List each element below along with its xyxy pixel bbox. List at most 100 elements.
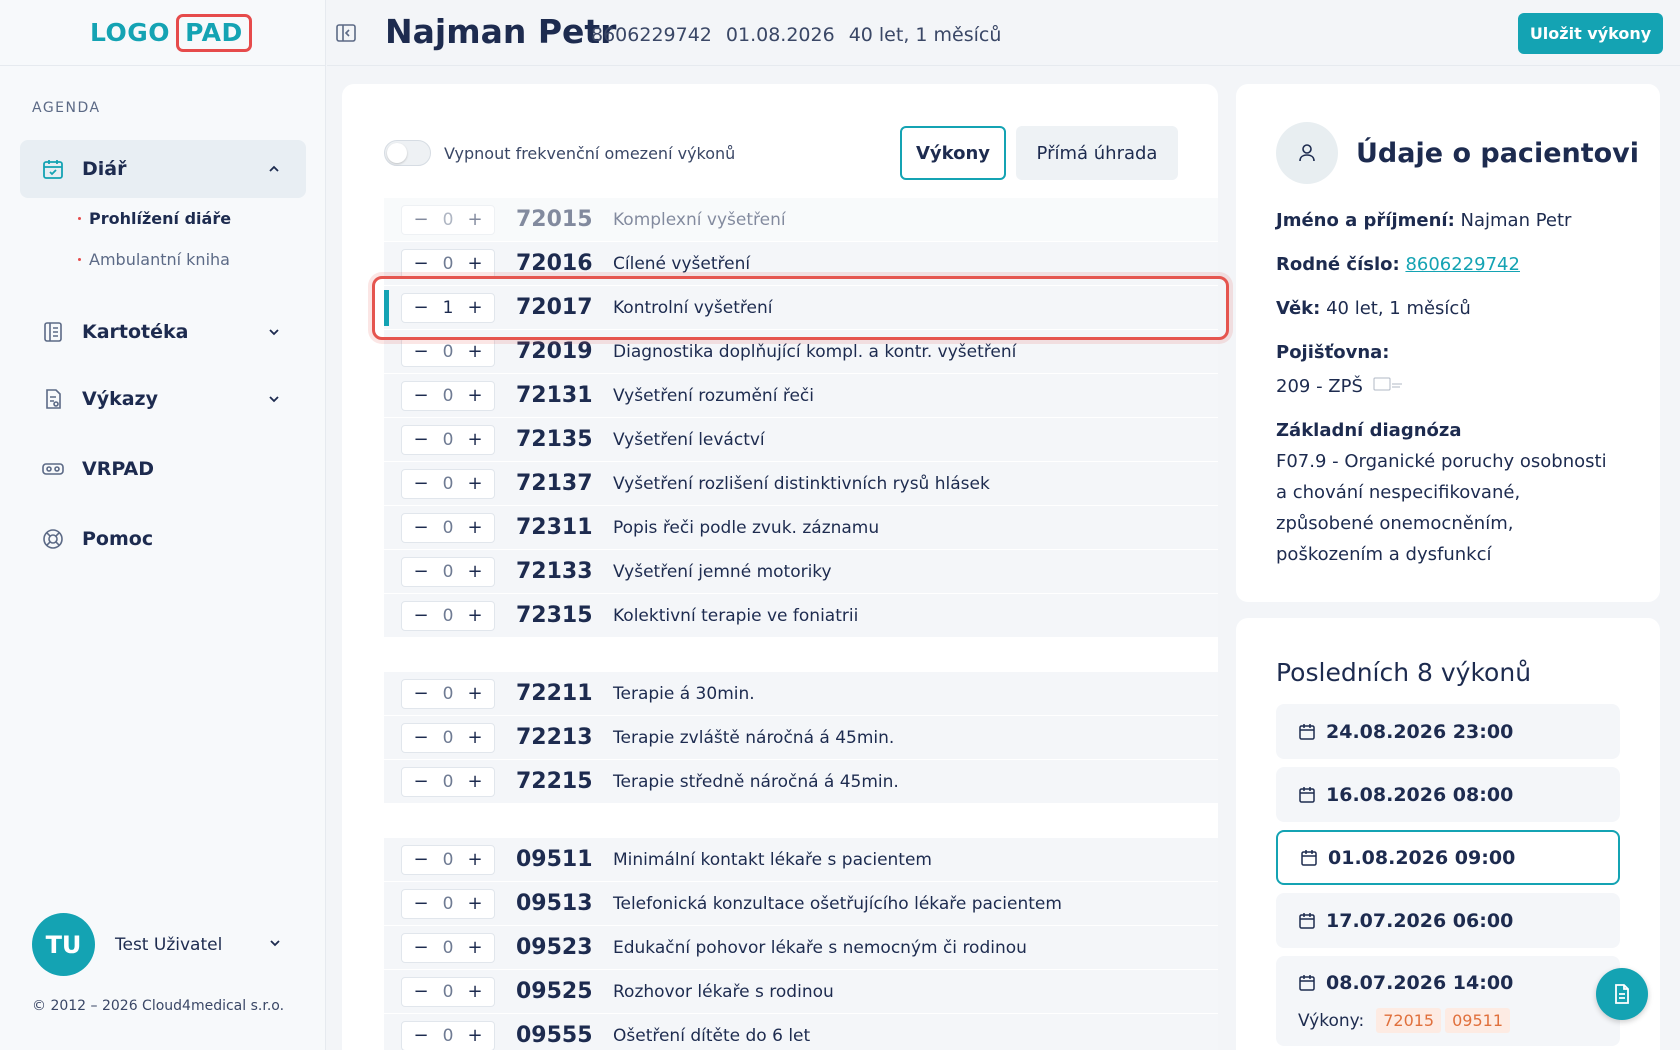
frequency-toggle[interactable] xyxy=(384,140,431,166)
minus-button[interactable]: − xyxy=(410,385,432,406)
birth-number-link[interactable]: 8606229742 xyxy=(1405,254,1520,275)
tab-vykony[interactable]: Výkony xyxy=(900,126,1006,180)
minus-button[interactable]: − xyxy=(410,473,432,494)
sidebar-item-vrpad[interactable]: VRPAD xyxy=(20,434,306,504)
toggle-label: Vypnout frekvenční omezení výkonů xyxy=(444,143,736,163)
plus-button[interactable]: + xyxy=(464,429,486,450)
chevron-down-icon xyxy=(268,935,282,954)
minus-button[interactable]: − xyxy=(410,561,432,582)
avatar: TU xyxy=(32,913,95,976)
procedure-code: 72019 xyxy=(516,339,593,364)
sidebar-subitem-prohlizeni[interactable]: Prohlížení diáře xyxy=(20,198,306,239)
sidebar-item-kartoteka[interactable]: Kartotéka xyxy=(20,300,306,364)
sidebar-subitem-ambulantni[interactable]: Ambulantní kniha xyxy=(20,239,306,280)
quantity-value: 0 xyxy=(442,893,454,914)
recent-procedures: Výkony: 72015 09511 xyxy=(1298,1008,1511,1033)
table-row: −0 + 72015 Komplexní vyšetření xyxy=(384,198,1218,242)
procedure-desc: Komplexní vyšetření xyxy=(613,209,786,230)
info-value: 209 - ZPŠ xyxy=(1276,376,1363,397)
group-separator xyxy=(384,638,1218,672)
plus-button[interactable]: + xyxy=(464,683,486,704)
plus-button[interactable]: + xyxy=(464,1025,486,1046)
patient-meta: 8606229742 01.08.2026 40 let, 1 měsíců xyxy=(591,24,1001,46)
procedure-desc: Ošetření dítěte do 6 let xyxy=(613,1025,811,1046)
plus-button[interactable]: + xyxy=(464,727,486,748)
header: Najman Petr 8606229742 01.08.2026 40 let… xyxy=(327,0,1680,66)
table-row: −0 + 72135 Vyšetření leváctví xyxy=(384,418,1218,462)
minus-button[interactable]: − xyxy=(410,683,432,704)
info-name: Jméno a příjmení: Najman Petr xyxy=(1276,206,1636,236)
minus-button[interactable]: − xyxy=(410,297,432,318)
plus-button[interactable]: + xyxy=(464,981,486,1002)
minus-button[interactable]: − xyxy=(410,517,432,538)
subitem-label: Ambulantní kniha xyxy=(89,250,230,269)
minus-button[interactable]: − xyxy=(410,771,432,792)
plus-button[interactable]: + xyxy=(464,605,486,626)
sidebar-item-vykazy[interactable]: Výkazy xyxy=(20,364,306,434)
quantity-value: 0 xyxy=(442,473,454,494)
recent-item[interactable]: 16.08.2026 08:00 xyxy=(1276,767,1620,822)
quantity-value: 0 xyxy=(442,849,454,870)
minus-button[interactable]: − xyxy=(410,727,432,748)
tab-prima-uhrada[interactable]: Přímá úhrada xyxy=(1016,126,1178,180)
table-row: −0 + 72211 Terapie á 30min. xyxy=(384,672,1218,716)
minus-button[interactable]: − xyxy=(410,893,432,914)
minus-button[interactable]: − xyxy=(410,605,432,626)
procedure-code: 72135 xyxy=(516,427,593,452)
recent-date: 24.08.2026 23:00 xyxy=(1326,720,1514,743)
sidebar-item-label: VRPAD xyxy=(82,458,154,480)
plus-button[interactable]: + xyxy=(464,517,486,538)
recent-item[interactable]: 17.07.2026 06:00 xyxy=(1276,893,1620,948)
logo-text-2: PAD xyxy=(176,13,252,52)
quantity-value: 0 xyxy=(442,341,454,362)
procedure-code: 72315 xyxy=(516,603,593,628)
recent-item[interactable]: 08.07.2026 14:00 Výkony: 72015 09511 xyxy=(1276,956,1629,1046)
plus-button[interactable]: + xyxy=(464,253,486,274)
user-menu[interactable]: TU Test Uživatel xyxy=(32,913,292,976)
person-icon xyxy=(1276,122,1338,184)
minus-button[interactable]: − xyxy=(410,981,432,1002)
quantity-stepper: −0 + xyxy=(401,888,495,919)
minus-button[interactable]: − xyxy=(410,341,432,362)
plus-button[interactable]: + xyxy=(464,385,486,406)
info-label: Pojišťovna: xyxy=(1276,342,1390,363)
calendar-icon xyxy=(1299,723,1315,740)
save-button[interactable]: Uložit výkony xyxy=(1518,13,1663,54)
plus-button[interactable]: + xyxy=(464,937,486,958)
plus-button[interactable]: + xyxy=(464,561,486,582)
plus-button[interactable]: + xyxy=(464,341,486,362)
procedure-desc: Terapie zvláště náročná á 45min. xyxy=(613,727,895,748)
patient-age: 40 let, 1 měsíců xyxy=(848,24,1002,46)
table-row: −0 + 72311 Popis řeči podle zvuk. záznamu xyxy=(384,506,1218,550)
quantity-stepper: −1 + xyxy=(401,292,495,323)
quantity-stepper: −0 + xyxy=(401,600,495,631)
sidebar-item-diar[interactable]: Diář xyxy=(20,140,306,198)
procedure-desc: Terapie středně náročná á 45min. xyxy=(613,771,899,792)
minus-button[interactable]: − xyxy=(410,1025,432,1046)
plus-button[interactable]: + xyxy=(464,849,486,870)
plus-button[interactable]: + xyxy=(464,893,486,914)
sidebar-item-pomoc[interactable]: Pomoc xyxy=(20,504,306,574)
report-icon xyxy=(40,386,66,412)
plus-button[interactable]: + xyxy=(464,771,486,792)
sidebar-collapse-icon[interactable] xyxy=(335,22,359,46)
minus-button[interactable]: − xyxy=(410,209,432,230)
minus-button[interactable]: − xyxy=(410,937,432,958)
quantity-value: 0 xyxy=(442,1025,454,1046)
plus-button[interactable]: + xyxy=(464,209,486,230)
document-fab-button[interactable] xyxy=(1596,968,1648,1020)
procedure-desc: Popis řeči podle zvuk. záznamu xyxy=(613,517,880,538)
tabs: Výkony Přímá úhrada xyxy=(900,126,1178,180)
procedure-desc: Edukační pohovor lékaře s nemocným či ro… xyxy=(613,937,1027,958)
recent-item[interactable]: 24.08.2026 23:00 xyxy=(1276,704,1620,759)
logo[interactable]: LOGO PAD xyxy=(90,13,252,52)
minus-button[interactable]: − xyxy=(410,429,432,450)
plus-button[interactable]: + xyxy=(464,473,486,494)
info-diag-label: Základní diagnóza xyxy=(1276,416,1636,446)
minus-button[interactable]: − xyxy=(410,849,432,870)
plus-button[interactable]: + xyxy=(464,297,486,318)
quantity-stepper: −0 + xyxy=(401,844,495,875)
recent-item-active[interactable]: 01.08.2026 09:00 xyxy=(1276,830,1620,885)
minus-button[interactable]: − xyxy=(410,253,432,274)
procedure-desc: Vyšetření rozlišení distinktivních rysů … xyxy=(613,473,990,494)
